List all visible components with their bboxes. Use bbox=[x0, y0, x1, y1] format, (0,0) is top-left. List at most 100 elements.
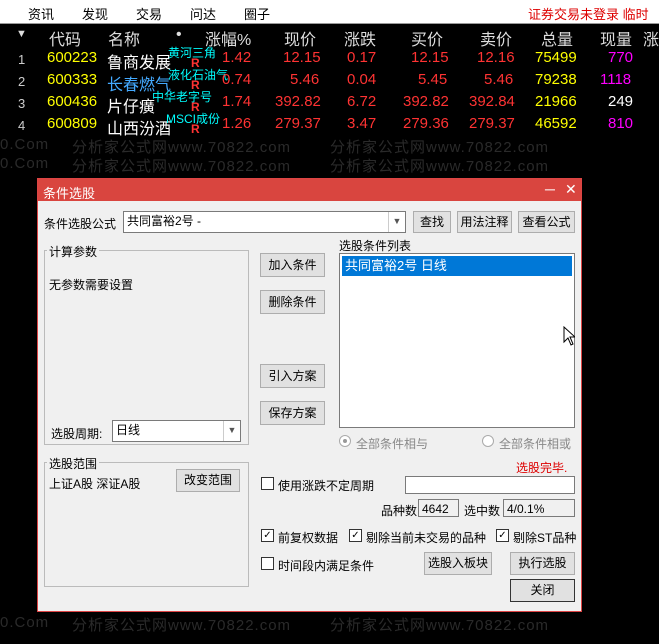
chg-value: 3.47 bbox=[347, 115, 377, 132]
exclude-st-checkbox[interactable]: ✓ bbox=[496, 529, 509, 542]
bid-value: 279.36 bbox=[403, 115, 449, 132]
prefix-adjust-checkbox[interactable]: ✓ bbox=[261, 529, 274, 542]
watermark: 分析家公式网www.70822.com bbox=[330, 158, 550, 175]
close-icon[interactable]: ✕ bbox=[565, 181, 577, 198]
chg-value: 6.72 bbox=[347, 93, 377, 110]
menu-wenda[interactable]: 问达 bbox=[190, 4, 216, 23]
change-range-button[interactable]: 改变范围 bbox=[176, 469, 240, 492]
chg-value: 0.17 bbox=[347, 49, 377, 66]
pct-value: 1.26 bbox=[222, 115, 252, 132]
watermark: 分析家公式网www.70822.com bbox=[72, 617, 292, 634]
calc-params-group: 计算参数 无参数需要设置 选股周期: 日线 ▼ bbox=[44, 243, 249, 445]
usage-button[interactable]: 用法注释 bbox=[457, 211, 512, 233]
formula-label: 条件选股公式 bbox=[44, 217, 117, 231]
header-name[interactable]: 名称 bbox=[108, 26, 140, 50]
view-formula-button[interactable]: 查看公式 bbox=[518, 211, 575, 233]
dialog-titlebar[interactable]: 条件选股 ─ ✕ bbox=[38, 179, 581, 201]
ask-value: 392.84 bbox=[469, 93, 515, 110]
pct-value: 1.74 bbox=[222, 93, 252, 110]
bid-value: 12.15 bbox=[411, 49, 449, 66]
count-value: 4642 bbox=[422, 502, 449, 516]
sort-marker[interactable]: ▼ bbox=[16, 28, 27, 40]
cur-value: 770 bbox=[608, 49, 634, 66]
to-board-button[interactable]: 选股入板块 bbox=[424, 552, 492, 575]
price-value: 279.37 bbox=[275, 115, 321, 132]
stock-code: 600436 bbox=[47, 93, 98, 110]
header-extra[interactable]: 涨 bbox=[643, 26, 659, 50]
chevron-down-icon[interactable]: ▼ bbox=[388, 212, 405, 232]
exclude-untraded-checkbox[interactable]: ✓ bbox=[349, 529, 362, 542]
period-label: 选股周期: bbox=[51, 427, 103, 441]
condition-listbox[interactable]: 共同富裕2号 日线 bbox=[339, 253, 575, 428]
login-status[interactable]: 证券交易未登录 临时 bbox=[528, 4, 649, 23]
close-button[interactable]: 关闭 bbox=[510, 579, 575, 602]
top-menu-bar: 资讯 发现 交易 问达 圈子 证券交易未登录 临时 bbox=[0, 0, 659, 24]
row-index: 2 bbox=[18, 74, 26, 89]
ask-value: 5.46 bbox=[484, 71, 514, 88]
stock-tag: 中华老字号 bbox=[152, 90, 213, 104]
menu-discover[interactable]: 发现 bbox=[82, 4, 108, 23]
row-index: 1 bbox=[18, 52, 26, 67]
row-index: 4 bbox=[18, 118, 26, 133]
selected-value: 4/0.1% bbox=[507, 502, 545, 516]
calc-params-title: 计算参数 bbox=[47, 243, 100, 260]
import-plan-button[interactable]: 引入方案 bbox=[260, 364, 325, 388]
count-label: 品种数 bbox=[381, 504, 418, 518]
bid-value: 5.45 bbox=[418, 71, 448, 88]
formula-dropdown[interactable]: 共同富裕2号 - ▼ bbox=[123, 211, 406, 233]
header-vol[interactable]: 总量 bbox=[541, 26, 573, 50]
chevron-down-icon[interactable]: ▼ bbox=[223, 421, 240, 441]
minimize-icon[interactable]: ─ bbox=[545, 181, 555, 197]
header-ask[interactable]: 卖价 bbox=[480, 26, 512, 50]
menu-trade[interactable]: 交易 bbox=[136, 4, 162, 23]
r-badge: R bbox=[191, 122, 200, 136]
table-row[interactable]: 4 600809 山西汾酒 MSCI成份 R 1.26 279.37 3.47 … bbox=[0, 112, 659, 138]
save-plan-button[interactable]: 保存方案 bbox=[260, 401, 325, 425]
price-value: 5.46 bbox=[290, 71, 320, 88]
exclude-untraded-label: 剔除当前未交易的品种 bbox=[366, 531, 487, 545]
condition-list-title: 选股条件列表 bbox=[339, 239, 412, 253]
ask-value: 12.16 bbox=[477, 49, 515, 66]
condition-list-item[interactable]: 共同富裕2号 日线 bbox=[342, 256, 572, 276]
selected-label: 选中数 bbox=[464, 504, 501, 518]
vol-value: 46592 bbox=[535, 115, 577, 132]
cur-value: 810 bbox=[608, 115, 634, 132]
count-field: 4642 bbox=[418, 499, 459, 517]
stock-code: 600809 bbox=[47, 115, 98, 132]
header-code[interactable]: 代码 bbox=[49, 26, 81, 50]
pct-value: 1.42 bbox=[222, 49, 252, 66]
table-row[interactable]: 3 600436 片仔癀 中华老字号 R 1.74 392.82 6.72 39… bbox=[0, 90, 659, 116]
period-input[interactable] bbox=[405, 476, 575, 494]
menu-circle[interactable]: 圈子 bbox=[244, 4, 270, 23]
header-bid[interactable]: 买价 bbox=[411, 26, 443, 50]
header-cur[interactable]: 现量 bbox=[600, 26, 632, 50]
watermark: 分析家公式网www.70822.com bbox=[330, 139, 550, 156]
header-chg[interactable]: 涨跌 bbox=[344, 26, 376, 50]
status-text: 选股完毕. bbox=[516, 461, 568, 475]
add-condition-button[interactable]: 加入条件 bbox=[260, 253, 325, 277]
vol-value: 75499 bbox=[535, 49, 577, 66]
period-value: 日线 bbox=[116, 423, 141, 437]
prefix-adjust-label: 前复权数据 bbox=[278, 531, 339, 545]
find-button[interactable]: 查找 bbox=[413, 211, 451, 233]
price-value: 392.82 bbox=[275, 93, 321, 110]
table-row[interactable]: 1 600223 鲁商发展 黄河三角 R 1.42 12.15 0.17 12.… bbox=[0, 46, 659, 72]
header-dot: • bbox=[176, 26, 182, 43]
menu-news[interactable]: 资讯 bbox=[28, 4, 54, 23]
run-filter-button[interactable]: 执行选股 bbox=[510, 552, 575, 575]
radio-all-or[interactable] bbox=[482, 435, 494, 447]
table-row[interactable]: 2 600333 长春燃气 液化石油气 R 0.74 5.46 0.04 5.4… bbox=[0, 68, 659, 94]
stock-filter-dialog: 条件选股 ─ ✕ 条件选股公式 共同富裕2号 - ▼ 查找 用法注释 查看公式 … bbox=[37, 178, 582, 612]
delete-condition-button[interactable]: 删除条件 bbox=[260, 290, 325, 314]
time-segment-label: 时间段内满足条件 bbox=[278, 559, 375, 573]
no-param-text: 无参数需要设置 bbox=[49, 278, 134, 292]
stock-name: 片仔癀 bbox=[107, 99, 156, 116]
header-price[interactable]: 现价 bbox=[284, 26, 316, 50]
radio-all-and[interactable] bbox=[339, 435, 351, 447]
use-period-checkbox[interactable] bbox=[261, 477, 274, 490]
range-title: 选股范围 bbox=[47, 455, 100, 472]
period-dropdown[interactable]: 日线 ▼ bbox=[112, 420, 241, 442]
time-segment-checkbox[interactable] bbox=[261, 557, 274, 570]
stock-name: 鲁商发展 bbox=[107, 55, 172, 72]
range-value: 上证A股 深证A股 bbox=[49, 477, 141, 491]
